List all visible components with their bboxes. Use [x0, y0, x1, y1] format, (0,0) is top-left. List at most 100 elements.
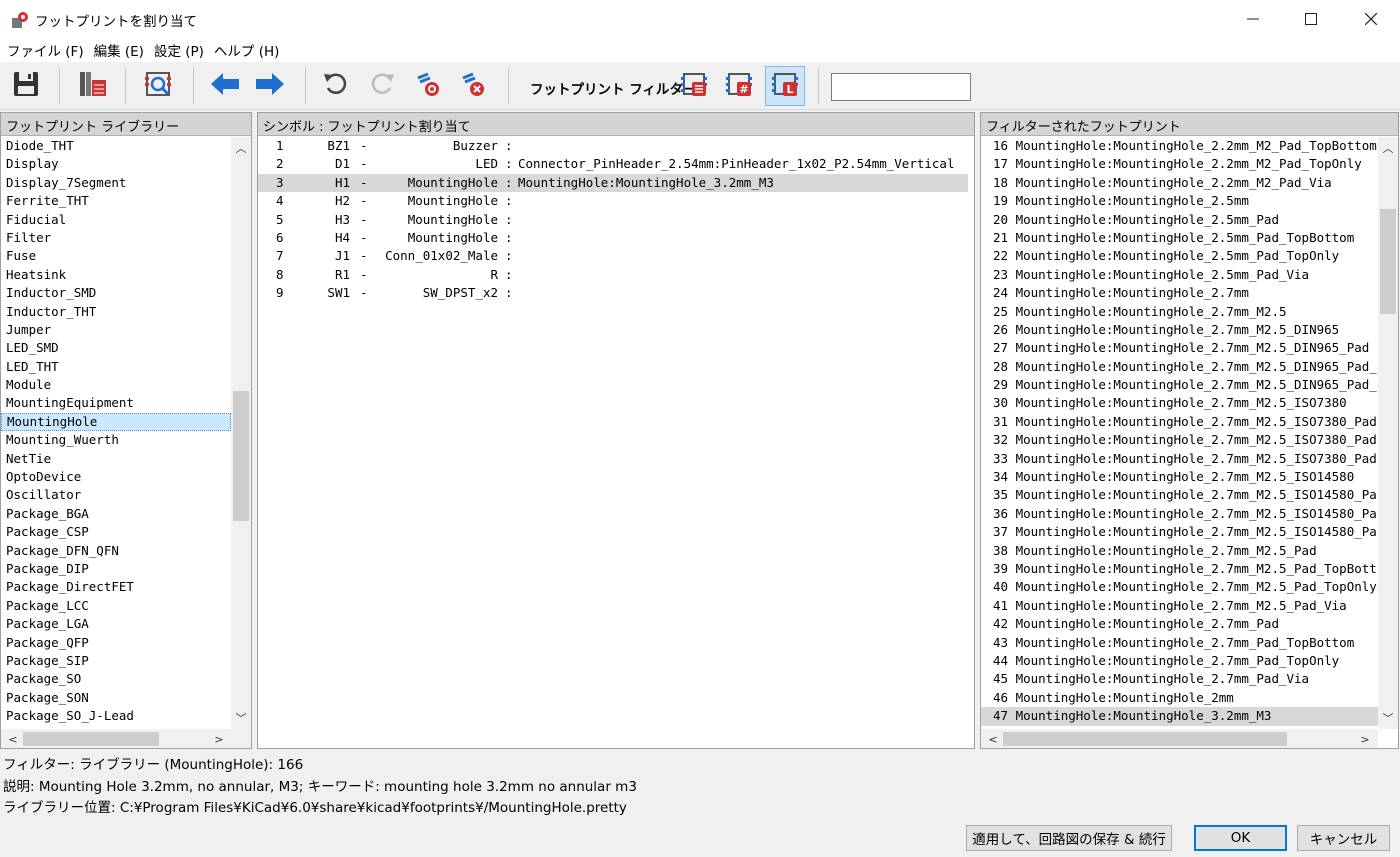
- scroll-right-icon[interactable]: >: [209, 729, 229, 748]
- footprint-list-item[interactable]: 21 MountingHole:MountingHole_2.5mm_Pad_T…: [981, 229, 1378, 247]
- library-list-item[interactable]: Fuse: [1, 247, 231, 265]
- auto-associate-button[interactable]: [408, 66, 448, 106]
- filter-by-library-button[interactable]: L: [765, 66, 805, 106]
- footprint-list-item[interactable]: 29 MountingHole:MountingHole_2.7mm_M2.5_…: [981, 376, 1378, 394]
- library-list-item[interactable]: Inductor_THT: [1, 303, 231, 321]
- footprint-list-item[interactable]: 16 MountingHole:MountingHole_2.2mm_M2_Pa…: [981, 137, 1378, 155]
- library-list-item[interactable]: OptoDevice: [1, 468, 231, 486]
- footprint-list-item[interactable]: 28 MountingHole:MountingHole_2.7mm_M2.5_…: [981, 358, 1378, 376]
- minimize-button[interactable]: [1224, 0, 1282, 38]
- footprint-list-item[interactable]: 46 MountingHole:MountingHole_2mm: [981, 689, 1378, 707]
- library-horizontal-scrollbar[interactable]: < >: [1, 729, 251, 748]
- footprint-list-item[interactable]: 17 MountingHole:MountingHole_2.2mm_M2_Pa…: [981, 155, 1378, 173]
- library-list-item[interactable]: Package_SON: [1, 689, 231, 707]
- scroll-down-icon[interactable]: ﹀: [1378, 709, 1398, 727]
- delete-all-associations-button[interactable]: [453, 66, 493, 106]
- view-footprint-button[interactable]: [138, 66, 178, 106]
- library-list-item[interactable]: Package_QFP: [1, 634, 231, 652]
- symbol-table-row[interactable]: 5 H3 MountingHole -:: [258, 211, 968, 229]
- footprint-vertical-scrollbar[interactable]: ︿ ﹀: [1378, 137, 1398, 729]
- footprint-list-item[interactable]: 27 MountingHole:MountingHole_2.7mm_M2.5_…: [981, 339, 1378, 357]
- symbol-table-row[interactable]: 9 SW1 SW_DPST_x2 -:: [258, 284, 968, 302]
- footprint-list-item[interactable]: 19 MountingHole:MountingHole_2.5mm: [981, 192, 1378, 210]
- scroll-up-icon[interactable]: ︿: [231, 139, 251, 157]
- library-list-item[interactable]: Package_DIP: [1, 560, 231, 578]
- footprint-list-item[interactable]: 30 MountingHole:MountingHole_2.7mm_M2.5_…: [981, 394, 1378, 412]
- footprint-list-item[interactable]: 37 MountingHole:MountingHole_2.7mm_M2.5_…: [981, 523, 1378, 541]
- library-list-item[interactable]: Fiducial: [1, 211, 231, 229]
- library-list-item[interactable]: Diode_THT: [1, 137, 231, 155]
- ok-button[interactable]: OK: [1194, 825, 1287, 851]
- scrollbar-thumb[interactable]: [1380, 209, 1396, 314]
- library-table-button[interactable]: [72, 66, 112, 106]
- footprint-list-item[interactable]: 40 MountingHole:MountingHole_2.7mm_M2.5_…: [981, 578, 1378, 596]
- filter-by-keywords-button[interactable]: [674, 66, 714, 106]
- symbol-table-row[interactable]: 7 J1 Conn_01x02_Male -:: [258, 247, 968, 265]
- library-list-item[interactable]: Package_SO_J-Lead: [1, 707, 231, 725]
- library-list-item[interactable]: Package_LGA: [1, 615, 231, 633]
- library-list-item[interactable]: Package_SO: [1, 670, 231, 688]
- symbol-table-row[interactable]: 1 BZ1 Buzzer -:: [258, 137, 968, 155]
- footprint-list-item[interactable]: 33 MountingHole:MountingHole_2.7mm_M2.5_…: [981, 450, 1378, 468]
- footprint-list-item[interactable]: 22 MountingHole:MountingHole_2.5mm_Pad_T…: [981, 247, 1378, 265]
- menu-preferences[interactable]: 設定 (P): [149, 40, 209, 60]
- symbol-table-row[interactable]: 6 H4 MountingHole -:: [258, 229, 968, 247]
- scrollbar-thumb[interactable]: [233, 391, 249, 521]
- footprint-list-item[interactable]: 47 MountingHole:MountingHole_3.2mm_M3: [981, 707, 1378, 726]
- apply-save-continue-button[interactable]: 適用して、回路図の保存 & 続行: [966, 825, 1172, 851]
- footprint-list-item[interactable]: 31 MountingHole:MountingHole_2.7mm_M2.5_…: [981, 413, 1378, 431]
- scroll-up-icon[interactable]: ︿: [1378, 139, 1398, 157]
- library-list-item[interactable]: Package_DFN_QFN: [1, 542, 231, 560]
- scroll-left-icon[interactable]: <: [3, 729, 23, 748]
- library-list-item[interactable]: LED_THT: [1, 358, 231, 376]
- library-list-item[interactable]: Package_SIP: [1, 652, 231, 670]
- footprint-list-item[interactable]: 44 MountingHole:MountingHole_2.7mm_Pad_T…: [981, 652, 1378, 670]
- scroll-right-icon[interactable]: >: [1355, 729, 1375, 748]
- footprint-list-item[interactable]: 24 MountingHole:MountingHole_2.7mm: [981, 284, 1378, 302]
- footprint-list-item[interactable]: 18 MountingHole:MountingHole_2.2mm_M2_Pa…: [981, 174, 1378, 192]
- library-list-item[interactable]: Package_BGA: [1, 505, 231, 523]
- footprint-horizontal-scrollbar[interactable]: < >: [981, 729, 1378, 748]
- filter-by-pin-count-button[interactable]: #: [719, 66, 759, 106]
- symbol-table-row[interactable]: 8 R1 R -:: [258, 266, 968, 284]
- menu-file[interactable]: ファイル (F): [2, 40, 89, 60]
- scroll-left-icon[interactable]: <: [983, 729, 1003, 748]
- library-list-item[interactable]: Oscillator: [1, 486, 231, 504]
- close-button[interactable]: [1342, 0, 1400, 38]
- library-vertical-scrollbar[interactable]: ︿ ﹀: [231, 137, 251, 729]
- library-list-item[interactable]: Package_LCC: [1, 597, 231, 615]
- footprint-list-item[interactable]: 26 MountingHole:MountingHole_2.7mm_M2.5_…: [981, 321, 1378, 339]
- symbol-table-row[interactable]: 2 D1 LED Connector_PinHeader_2.54mm:PinHead…: [258, 155, 968, 173]
- library-list-item[interactable]: Heatsink: [1, 266, 231, 284]
- previous-button[interactable]: [205, 66, 245, 106]
- library-list-item[interactable]: Module: [1, 376, 231, 394]
- maximize-button[interactable]: [1282, 0, 1340, 38]
- footprint-list-item[interactable]: 36 MountingHole:MountingHole_2.7mm_M2.5_…: [981, 505, 1378, 523]
- library-list-item[interactable]: Ferrite_THT: [1, 192, 231, 210]
- save-button[interactable]: [6, 66, 46, 106]
- scrollbar-thumb[interactable]: [1003, 732, 1287, 746]
- library-list-item[interactable]: MountingEquipment: [1, 394, 231, 412]
- scrollbar-thumb[interactable]: [23, 732, 159, 746]
- footprint-list-item[interactable]: 35 MountingHole:MountingHole_2.7mm_M2.5_…: [981, 486, 1378, 504]
- library-list-item[interactable]: Filter: [1, 229, 231, 247]
- scroll-down-icon[interactable]: ﹀: [231, 709, 251, 727]
- footprint-list-item[interactable]: 41 MountingHole:MountingHole_2.7mm_M2.5_…: [981, 597, 1378, 615]
- library-list-item[interactable]: Package_CSP: [1, 523, 231, 541]
- library-list-item[interactable]: Mounting_Wuerth: [1, 431, 231, 449]
- footprint-list-item[interactable]: 32 MountingHole:MountingHole_2.7mm_M2.5_…: [981, 431, 1378, 449]
- footprint-list-item[interactable]: 23 MountingHole:MountingHole_2.5mm_Pad_V…: [981, 266, 1378, 284]
- library-list-item[interactable]: Inductor_SMD: [1, 284, 231, 302]
- library-list-item[interactable]: MountingHole: [1, 412, 231, 432]
- library-list-item[interactable]: LED_SMD: [1, 339, 231, 357]
- footprint-list-item[interactable]: 42 MountingHole:MountingHole_2.7mm_Pad: [981, 615, 1378, 633]
- footprint-list-item[interactable]: 45 MountingHole:MountingHole_2.7mm_Pad_V…: [981, 670, 1378, 688]
- library-list-item[interactable]: NetTie: [1, 450, 231, 468]
- library-list-item[interactable]: Display: [1, 155, 231, 173]
- symbol-table-row[interactable]: 3 H1 MountingHole MountingHole:MountingHole…: [258, 173, 968, 193]
- library-list-item[interactable]: Package_DirectFET: [1, 578, 231, 596]
- footprint-list-item[interactable]: 43 MountingHole:MountingHole_2.7mm_Pad_T…: [981, 634, 1378, 652]
- menu-help[interactable]: ヘルプ (H): [209, 40, 284, 60]
- cancel-button[interactable]: キャンセル: [1297, 825, 1390, 851]
- footprint-list-item[interactable]: 25 MountingHole:MountingHole_2.7mm_M2.5: [981, 303, 1378, 321]
